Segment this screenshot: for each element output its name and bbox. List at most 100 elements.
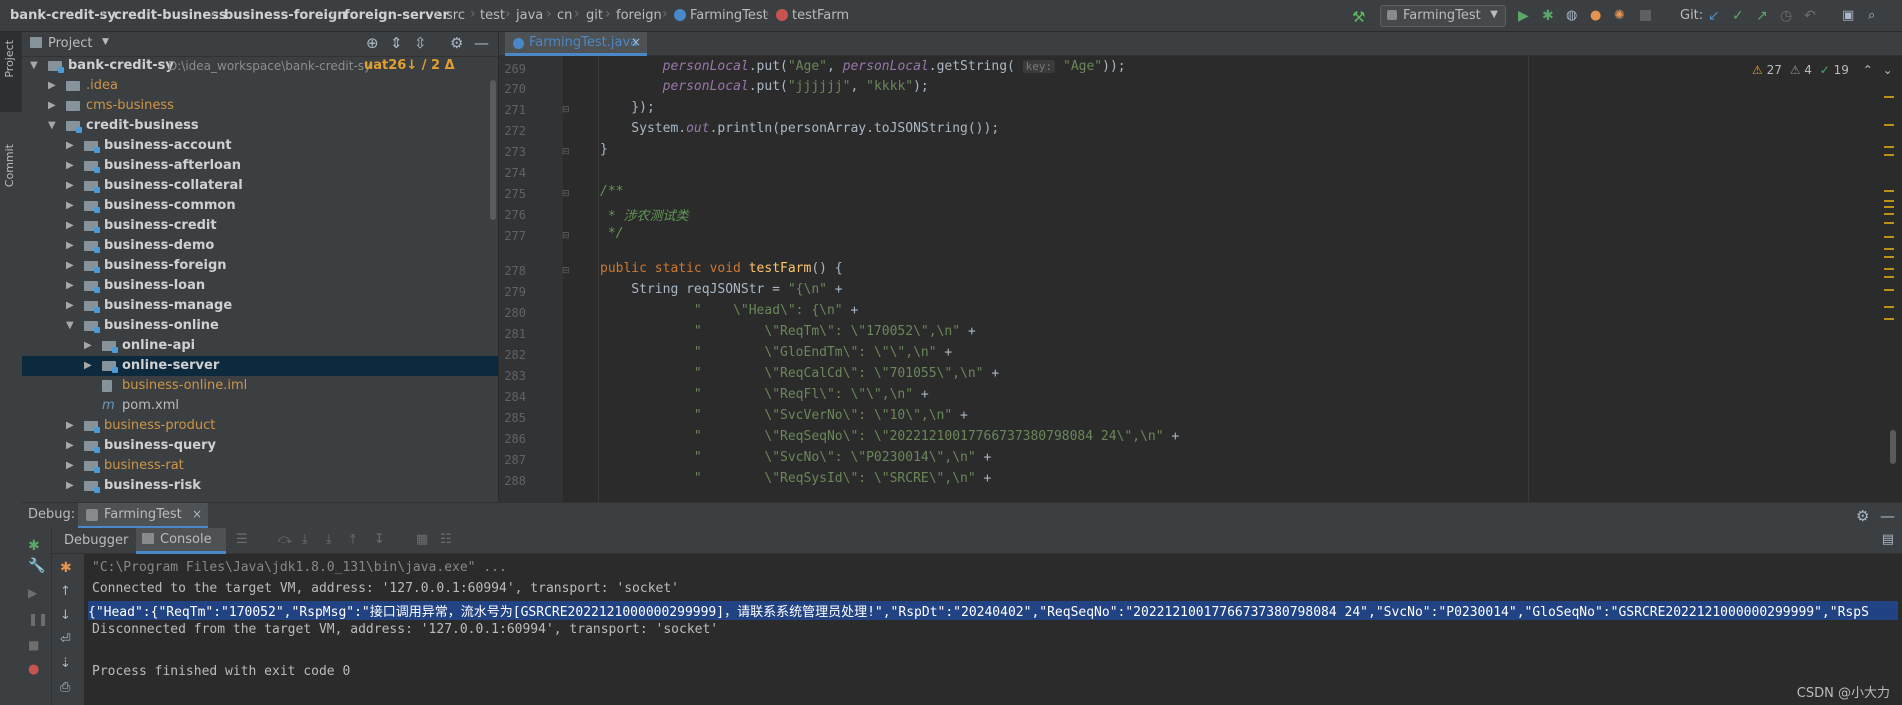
breadcrumb-item[interactable]: foreign (616, 8, 662, 23)
weak-warning-count: 4 (1804, 63, 1812, 77)
collapse-all-icon[interactable]: ⇳ (414, 34, 427, 52)
step-into-icon[interactable]: ⤓ (302, 532, 308, 547)
error-stripe-mark[interactable] (1884, 289, 1894, 291)
breadcrumb-item[interactable]: java (516, 8, 543, 23)
stop-icon[interactable] (1640, 10, 1651, 21)
debug-tabs: Debugger Console ☰ ⤼ ⤓ ⤓ ⤒ ↧ ▦ ☷ ▤ (52, 528, 1902, 554)
soft-wrap-icon[interactable]: ⏎ (60, 632, 71, 647)
fold-icon[interactable]: ⊟ (562, 147, 570, 157)
chevron-up-icon[interactable]: ⌃ (1863, 63, 1873, 77)
project-view-label[interactable]: Project (48, 36, 92, 51)
tab-console[interactable]: Console (136, 528, 226, 554)
error-stripe-mark[interactable] (1884, 306, 1894, 308)
close-icon[interactable]: × (631, 35, 641, 49)
force-step-into-icon[interactable]: ⤓ (326, 532, 332, 547)
breadcrumb-item[interactable]: git (586, 8, 603, 23)
breadcrumb-item[interactable]: FarmingTest (690, 8, 768, 23)
error-stripe-mark[interactable] (1884, 190, 1894, 192)
arrow-down-icon[interactable]: ↓ (60, 608, 71, 623)
class-icon (513, 38, 524, 49)
error-stripe-mark[interactable] (1884, 318, 1894, 320)
gear-icon[interactable]: ⚙ (450, 34, 463, 52)
error-stripe-mark[interactable] (1884, 154, 1894, 156)
gear-icon[interactable]: ⚙ (1856, 507, 1869, 525)
evaluate-icon[interactable]: ▦ (416, 532, 428, 547)
error-stripe-mark[interactable] (1884, 206, 1894, 208)
locate-icon[interactable]: ⊕ (366, 34, 379, 52)
trace-icon[interactable]: ☷ (440, 532, 452, 547)
breakpoints-icon[interactable]: ● (28, 662, 39, 677)
pause-icon[interactable]: ❚❚ (28, 612, 48, 626)
line-number: 281 (504, 327, 526, 341)
step-over-icon[interactable]: ⤼ (278, 532, 292, 547)
error-stripe-mark[interactable] (1884, 276, 1894, 278)
run-config-select[interactable]: FarmingTest ▼ (1380, 5, 1506, 27)
error-stripe-mark[interactable] (1884, 222, 1894, 224)
expand-all-icon[interactable]: ⇕ (390, 34, 403, 52)
wrench-icon[interactable]: 🔧 (28, 558, 45, 574)
code-line: personLocal.put("jjjjjj", "kkkk"); (662, 79, 929, 94)
arrow-up-icon[interactable]: ↑ (60, 584, 71, 599)
hide-icon[interactable]: — (1880, 507, 1895, 525)
update-project-icon[interactable]: ↙ (1708, 8, 1724, 24)
breadcrumb-item[interactable]: cn (557, 8, 572, 23)
console-output[interactable]: "C:\Program Files\Java\jdk1.8.0_131\bin\… (84, 554, 1902, 705)
resume-icon[interactable]: ▶ (28, 586, 37, 600)
editor-scrollbar[interactable] (1890, 430, 1896, 464)
chevron-down-icon[interactable]: ⌄ (1883, 63, 1893, 77)
breadcrumb-item[interactable]: business-foreign (224, 8, 347, 23)
tab-debugger[interactable]: Debugger (64, 533, 128, 548)
error-stripe-mark[interactable] (1884, 268, 1894, 270)
error-stripe-mark[interactable] (1884, 96, 1894, 98)
fold-icon[interactable]: ⊟ (562, 231, 570, 241)
indent-guide (598, 56, 599, 502)
print-icon[interactable]: ⎙ (60, 680, 70, 695)
stop-icon[interactable]: ■ (28, 638, 39, 652)
breadcrumb-separator: › (100, 6, 106, 22)
breadcrumb-item[interactable]: testFarm (792, 8, 849, 23)
breadcrumb-item[interactable]: src (446, 8, 465, 23)
line-number: 280 (504, 306, 526, 320)
project-icon (30, 37, 42, 48)
inspection-widget[interactable]: ⚠ 27 ⚠ 4 ✓ 19 ⌃ ⌄ (1752, 63, 1893, 77)
console-line: Disconnected from the target VM, address… (92, 622, 719, 637)
layout-icon[interactable]: ▤ (1882, 532, 1894, 547)
search-icon[interactable]: ⌕ (1868, 8, 1884, 24)
fold-icon[interactable]: ⊟ (562, 266, 570, 276)
error-stripe-mark[interactable] (1884, 213, 1894, 215)
push-icon[interactable]: ↗ (1756, 8, 1772, 24)
project-structure-icon[interactable]: ▣ (1842, 8, 1858, 24)
breadcrumb-separator: › (434, 6, 440, 22)
chevron-down-icon[interactable]: ▼ (102, 37, 109, 47)
error-stripe-mark[interactable] (1884, 248, 1894, 250)
profile-icon[interactable]: ● (1590, 8, 1606, 24)
commit-icon[interactable]: ✓ (1732, 8, 1748, 24)
fold-icon[interactable]: ⊟ (562, 189, 570, 199)
run-to-cursor-icon[interactable]: ↧ (374, 532, 385, 547)
coverage-icon[interactable]: ◍ (1566, 8, 1582, 24)
attach-icon[interactable]: ✺ (1614, 8, 1630, 24)
debug-icon[interactable]: ✱ (1542, 8, 1558, 24)
run-icon[interactable]: ▶ (1518, 8, 1534, 24)
tab-debug-session[interactable]: FarmingTest × (78, 503, 208, 529)
step-out-icon[interactable]: ⤒ (350, 532, 356, 547)
error-stripe-mark[interactable] (1884, 256, 1894, 258)
close-icon[interactable]: × (192, 507, 202, 521)
fold-icon[interactable]: ⊟ (562, 105, 570, 115)
error-stripe-mark[interactable] (1884, 200, 1894, 202)
class-icon (674, 9, 686, 21)
console-side-toolbar: ✱ ↑ ↓ ⏎ ⇣ ⎙ (52, 554, 84, 705)
scroll-to-end-icon[interactable]: ⇣ (60, 656, 71, 671)
error-stripe-mark[interactable] (1884, 124, 1894, 126)
hammer-icon[interactable]: ⚒ (1352, 8, 1365, 26)
console-line-selected: {"Head":{"ReqTm":"170052","RspMsg":"接口调用… (88, 601, 1898, 620)
history-icon[interactable]: ◷ (1780, 8, 1796, 24)
tab-farmingtest[interactable]: FarmingTest.java × (505, 32, 647, 56)
error-stripe-mark[interactable] (1884, 236, 1894, 238)
hide-icon[interactable]: — (474, 34, 489, 52)
error-stripe-mark[interactable] (1884, 146, 1894, 148)
list-icon[interactable]: ☰ (236, 532, 248, 547)
breadcrumb-item[interactable]: test (480, 8, 505, 23)
debug-bug-icon[interactable]: ✱ (60, 560, 72, 576)
rollback-icon[interactable]: ↶ (1804, 8, 1820, 24)
